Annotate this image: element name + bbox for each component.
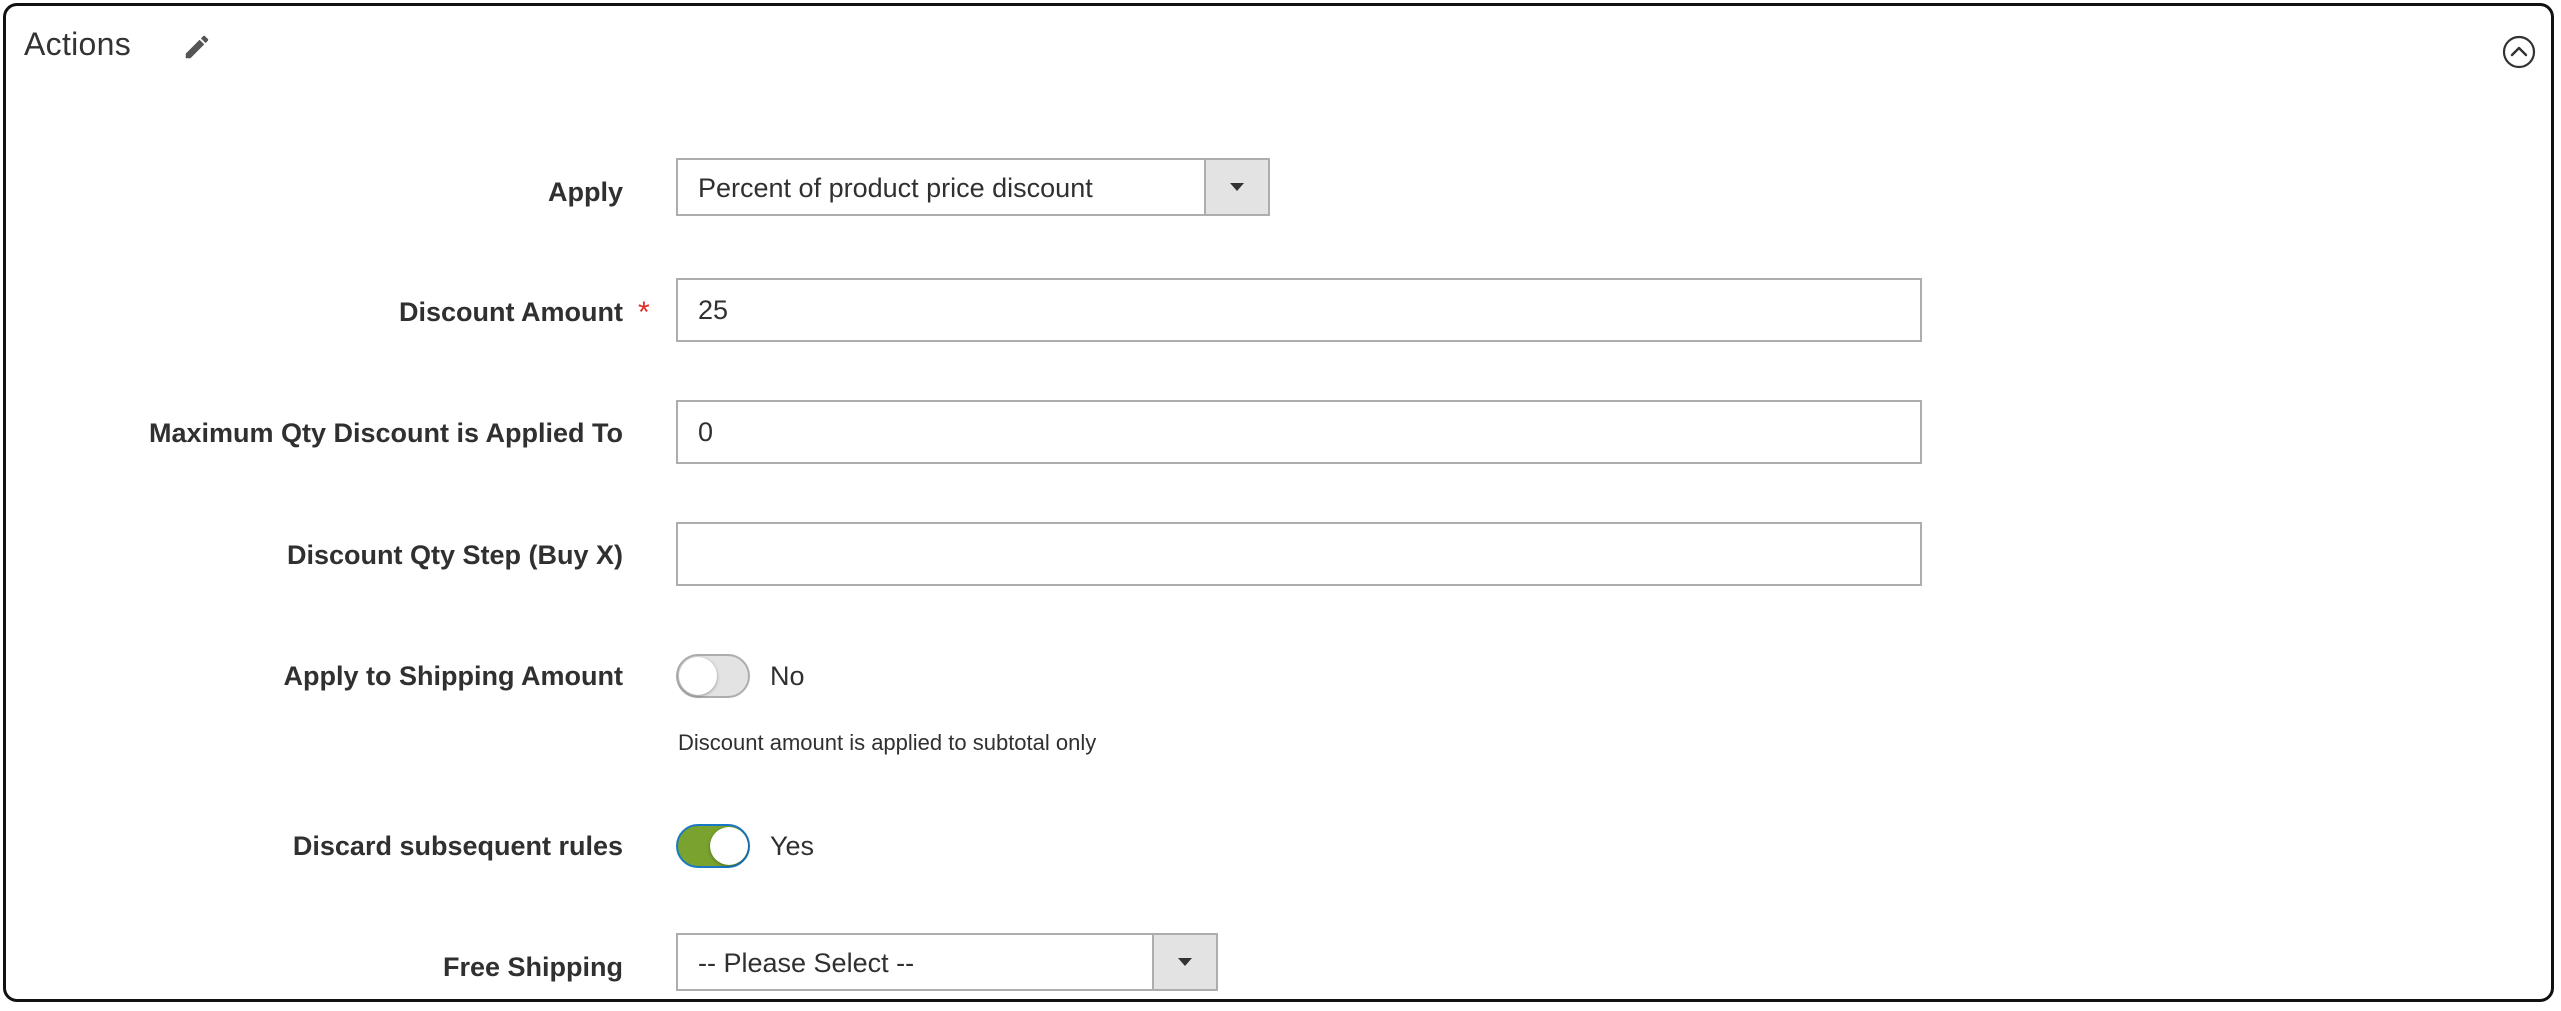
chevron-up-circle-icon[interactable] bbox=[2501, 34, 2537, 70]
discard-rules-state: Yes bbox=[770, 831, 815, 861]
free-shipping-select-value: -- Please Select -- bbox=[698, 948, 915, 978]
actions-panel: Actions Apply Percent of product price d… bbox=[3, 3, 2554, 1002]
required-asterisk: * bbox=[638, 296, 650, 329]
max-qty-label: Maximum Qty Discount is Applied To bbox=[148, 418, 623, 448]
apply-select[interactable]: Percent of product price discount bbox=[676, 158, 1270, 216]
discard-rules-label: Discard subsequent rules bbox=[292, 831, 623, 861]
free-shipping-select[interactable]: -- Please Select -- bbox=[676, 933, 1218, 991]
caret-down-icon bbox=[1178, 958, 1192, 966]
qty-step-label: Discount Qty Step (Buy X) bbox=[286, 540, 623, 570]
apply-label: Apply bbox=[547, 177, 623, 207]
apply-shipping-label: Apply to Shipping Amount bbox=[283, 661, 623, 691]
discount-amount-label: Discount Amount bbox=[399, 297, 623, 327]
free-shipping-select-arrow[interactable] bbox=[1152, 935, 1216, 989]
apply-select-arrow[interactable] bbox=[1204, 160, 1268, 214]
apply-shipping-toggle[interactable] bbox=[676, 654, 750, 698]
pencil-icon[interactable] bbox=[182, 32, 212, 62]
qty-step-input[interactable] bbox=[676, 522, 1922, 586]
discount-amount-input[interactable] bbox=[676, 278, 1922, 342]
apply-shipping-state: No bbox=[770, 661, 805, 691]
max-qty-input[interactable] bbox=[676, 400, 1922, 464]
free-shipping-label: Free Shipping bbox=[442, 952, 623, 982]
toggle-knob bbox=[679, 657, 717, 695]
section-title: Actions bbox=[24, 26, 132, 62]
toggle-knob bbox=[710, 827, 748, 865]
caret-down-icon bbox=[1230, 183, 1244, 191]
discard-rules-toggle[interactable] bbox=[676, 824, 750, 868]
apply-shipping-note: Discount amount is applied to subtotal o… bbox=[678, 730, 1097, 755]
apply-select-value: Percent of product price discount bbox=[698, 173, 1093, 203]
